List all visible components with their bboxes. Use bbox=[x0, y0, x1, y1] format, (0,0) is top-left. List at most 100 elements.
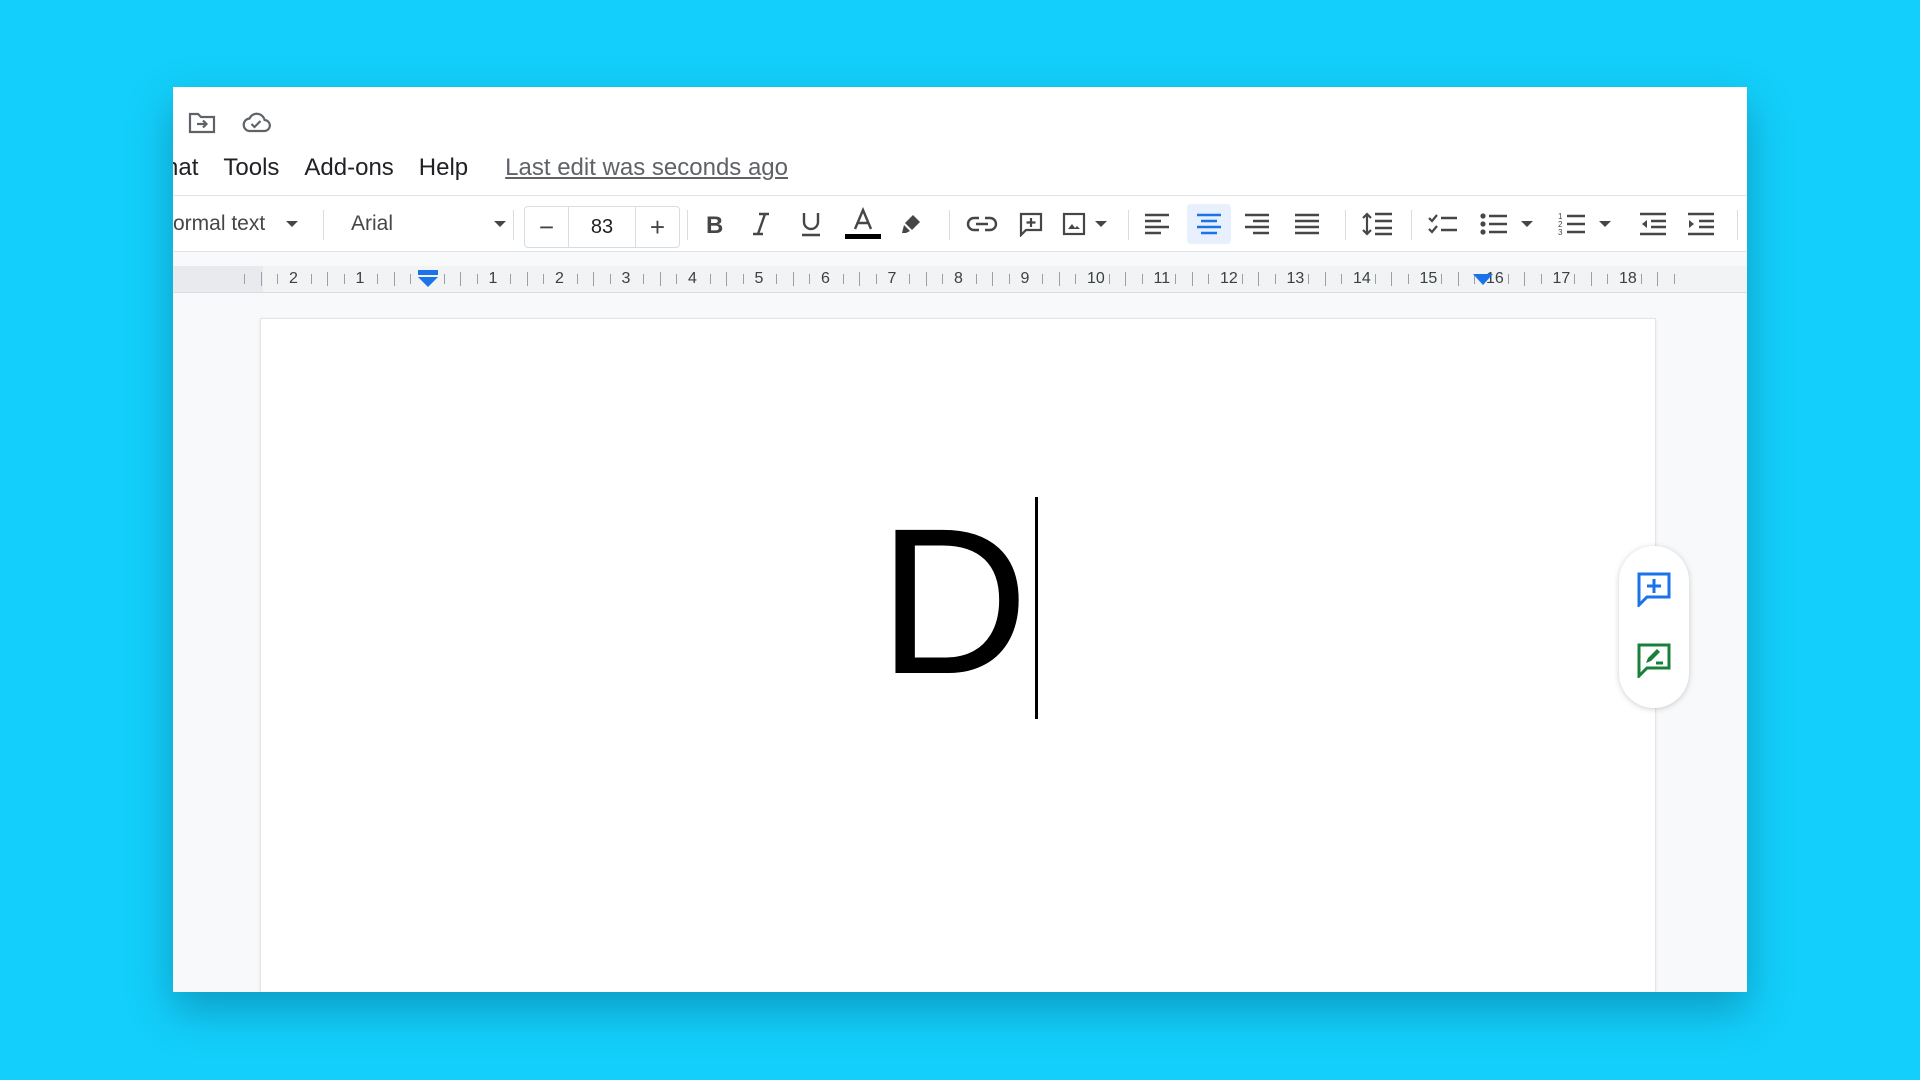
increase-font-size-button[interactable]: + bbox=[636, 207, 679, 247]
underline-button[interactable] bbox=[791, 204, 831, 244]
menu-bar: nat Tools Add-ons Help Last edit was sec… bbox=[173, 151, 788, 185]
ruler-tick bbox=[1457, 272, 1459, 286]
bold-button[interactable]: B bbox=[694, 204, 734, 244]
justify-button[interactable] bbox=[1287, 204, 1327, 244]
decrease-indent-button[interactable] bbox=[1633, 204, 1673, 244]
line-spacing-button[interactable] bbox=[1355, 204, 1399, 244]
ruler-label: 11 bbox=[1153, 270, 1171, 287]
add-comment-icon bbox=[1019, 212, 1043, 237]
ruler-tick bbox=[1507, 274, 1509, 284]
left-indent-marker[interactable] bbox=[416, 270, 440, 288]
highlight-color-button[interactable] bbox=[891, 204, 931, 244]
highlighter-icon bbox=[902, 215, 920, 233]
checklist-button[interactable] bbox=[1423, 204, 1463, 244]
bulleted-list-button[interactable] bbox=[1475, 204, 1539, 244]
ruler-label: 17 bbox=[1552, 270, 1571, 287]
font-family-dropdown[interactable]: Arial bbox=[351, 204, 507, 244]
ruler-label: 5 bbox=[754, 270, 764, 287]
move-to-folder-icon[interactable] bbox=[187, 107, 217, 137]
document-page[interactable]: D bbox=[260, 318, 1656, 992]
ruler-tick bbox=[842, 274, 844, 284]
last-edit-link[interactable]: Last edit was seconds ago bbox=[505, 154, 788, 182]
ruler-tick bbox=[609, 274, 611, 284]
ruler-label: 6 bbox=[821, 270, 830, 287]
bulleted-list-icon bbox=[1480, 213, 1507, 235]
document-text: D bbox=[878, 486, 1029, 718]
ruler-label: 18 bbox=[1619, 270, 1637, 287]
cloud-saved-icon[interactable] bbox=[241, 107, 271, 137]
insert-link-button[interactable] bbox=[961, 204, 1003, 244]
increase-indent-button[interactable] bbox=[1681, 204, 1721, 244]
svg-text:B: B bbox=[706, 212, 723, 236]
insert-image-button[interactable] bbox=[1055, 204, 1115, 244]
toolbar: ormal text Arial − 83 + B 1 2 3 bbox=[173, 195, 1747, 252]
suggest-edits-side-button[interactable] bbox=[1636, 642, 1672, 683]
paragraph-style-value: ormal text bbox=[173, 212, 266, 235]
ruler-tick bbox=[859, 272, 861, 286]
font-size-control: − 83 + bbox=[524, 206, 680, 248]
ruler-tick bbox=[1341, 274, 1343, 284]
ruler-tick bbox=[277, 274, 279, 284]
ruler-label: 12 bbox=[1220, 270, 1238, 287]
ruler-tick bbox=[244, 274, 246, 284]
right-indent-marker[interactable] bbox=[1473, 274, 1493, 286]
toolbar-divider bbox=[949, 210, 950, 240]
toolbar-divider bbox=[1737, 210, 1738, 240]
paragraph-style-dropdown[interactable]: ormal text bbox=[173, 204, 313, 244]
add-comment-side-button[interactable] bbox=[1636, 571, 1672, 612]
align-right-button[interactable] bbox=[1237, 204, 1277, 244]
italic-button[interactable] bbox=[741, 204, 781, 244]
ruler-tick bbox=[1208, 274, 1210, 284]
ruler-label: 4 bbox=[688, 270, 697, 287]
ruler-tick bbox=[1324, 272, 1326, 286]
font-size-input[interactable]: 83 bbox=[568, 207, 636, 247]
menu-format[interactable]: nat bbox=[173, 154, 198, 182]
ruler-tick bbox=[1274, 274, 1276, 284]
ruler-tick bbox=[742, 274, 744, 284]
underline-icon bbox=[802, 213, 820, 237]
document-body[interactable]: D bbox=[261, 497, 1655, 719]
ruler-tick bbox=[1008, 274, 1010, 284]
ruler-tick bbox=[1524, 272, 1526, 286]
align-left-button[interactable] bbox=[1137, 204, 1177, 244]
suggest-edit-icon bbox=[1637, 643, 1671, 680]
ruler-tick bbox=[443, 274, 445, 284]
ruler-label: 9 bbox=[1020, 270, 1030, 287]
ruler-tick bbox=[1374, 274, 1376, 284]
text-color-button[interactable] bbox=[841, 204, 885, 244]
menu-add-ons[interactable]: Add-ons bbox=[304, 154, 393, 182]
ruler-tick bbox=[1590, 272, 1592, 286]
title-icons bbox=[187, 107, 271, 137]
ruler-tick bbox=[676, 274, 678, 284]
ruler-tick bbox=[576, 274, 578, 284]
ruler-tick bbox=[1108, 274, 1110, 284]
ruler-label: 8 bbox=[954, 270, 963, 287]
menu-tools[interactable]: Tools bbox=[223, 154, 279, 182]
numbered-list-button[interactable]: 123 bbox=[1553, 204, 1617, 244]
decrease-font-size-button[interactable]: − bbox=[525, 207, 568, 247]
ruler-tick bbox=[726, 272, 728, 286]
ruler-tick bbox=[476, 274, 478, 284]
ruler-tick bbox=[1042, 274, 1044, 284]
ruler-tick bbox=[593, 272, 595, 286]
ruler-label: 7 bbox=[887, 270, 897, 287]
ruler-tick bbox=[1640, 274, 1642, 284]
align-center-icon bbox=[1197, 213, 1221, 235]
align-left-icon bbox=[1145, 213, 1169, 235]
toolbar-divider bbox=[1411, 210, 1412, 240]
ruler-tick bbox=[543, 274, 545, 284]
ruler-label: 2 bbox=[555, 270, 564, 287]
font-family-value: Arial bbox=[351, 212, 394, 235]
ruler-tick bbox=[1308, 274, 1310, 284]
docs-window: nat Tools Add-ons Help Last edit was sec… bbox=[173, 87, 1747, 992]
checklist-icon bbox=[1428, 214, 1457, 234]
ruler-tick bbox=[875, 274, 877, 284]
menu-help[interactable]: Help bbox=[419, 154, 468, 182]
add-comment-button[interactable] bbox=[1011, 204, 1051, 244]
toolbar-divider bbox=[687, 210, 688, 240]
toolbar-divider bbox=[1345, 210, 1346, 240]
align-center-button[interactable] bbox=[1187, 204, 1231, 244]
ruler-tick bbox=[1258, 272, 1260, 286]
ruler-tick bbox=[1540, 274, 1542, 284]
text-color-icon bbox=[845, 207, 881, 239]
